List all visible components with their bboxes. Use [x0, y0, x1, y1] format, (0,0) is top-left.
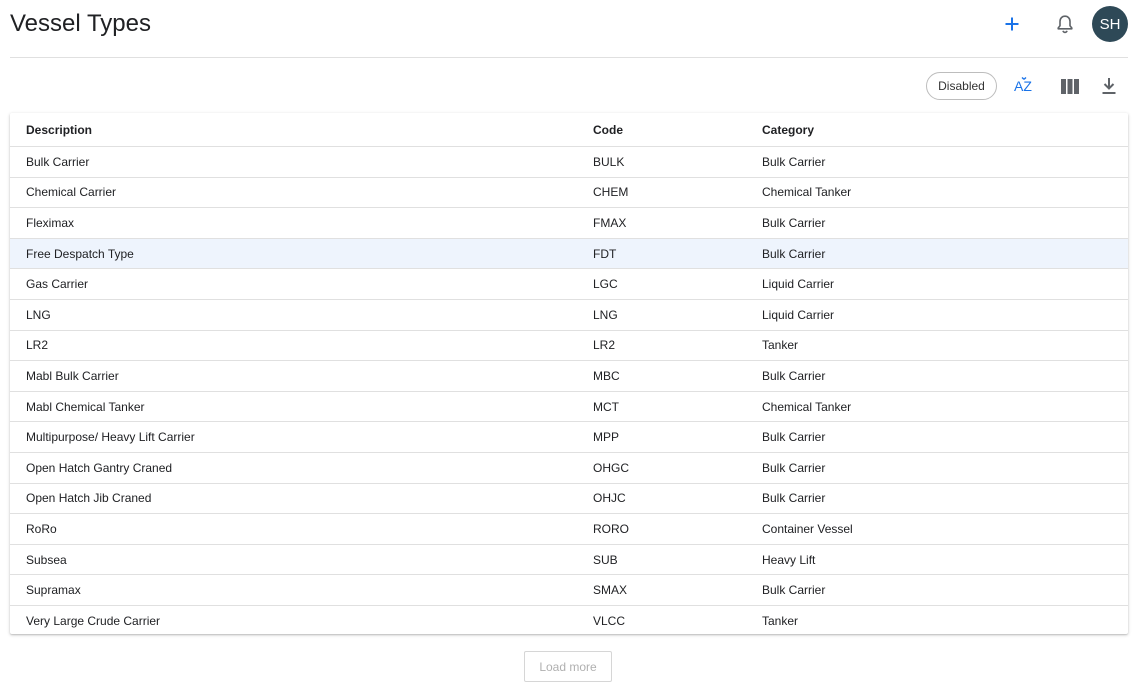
page-title: Vessel Types [10, 10, 151, 37]
cell-code: RORO [577, 513, 746, 545]
cell-category: Bulk Carrier [746, 146, 1128, 178]
cell-code: BULK [577, 146, 746, 178]
cell-category: Tanker [762, 613, 799, 628]
table-row[interactable]: Gas Carrier LGC Liquid Carrier [10, 268, 1128, 300]
table-row[interactable]: Mabl Bulk Carrier MBC Bulk Carrier [10, 360, 1128, 392]
cell-code: FMAX [577, 207, 746, 239]
download-button[interactable] [1096, 73, 1122, 99]
cell-description: Supramax [10, 574, 577, 606]
column-header-code[interactable]: Code [577, 113, 746, 147]
column-header-description[interactable]: Description [10, 113, 577, 147]
table-row[interactable]: Open Hatch Jib Craned OHJC Bulk Carrier [10, 483, 1128, 515]
cell-category: Bulk Carrier [746, 238, 1128, 270]
load-more-button[interactable]: Load more [524, 651, 612, 682]
cell-code: LNG [577, 299, 746, 331]
cell-code: CHEM [577, 177, 746, 209]
cell-code: LR2 [577, 330, 746, 362]
add-button[interactable] [999, 11, 1025, 37]
table-row[interactable]: RoRo RORO Container Vessel [10, 513, 1128, 545]
cell-category: Bulk Carrier [746, 360, 1128, 392]
cell-description: LR2 [10, 330, 577, 362]
table-row[interactable]: Fleximax FMAX Bulk Carrier [10, 207, 1128, 239]
table-row[interactable]: Mabl Chemical Tanker MCT Chemical Tanker [10, 391, 1128, 423]
cell-category: Bulk Carrier [746, 421, 1128, 453]
download-icon [1102, 78, 1116, 94]
cell-category: Bulk Carrier [746, 207, 1128, 239]
bell-icon [1057, 15, 1073, 34]
cell-category: Liquid Carrier [746, 268, 1128, 300]
cell-code: VLCC [593, 613, 626, 628]
cell-code: LGC [577, 268, 746, 300]
cell-code: OHGC [577, 452, 746, 484]
plus-icon [1005, 17, 1019, 31]
cell-category: Chemical Tanker [746, 391, 1128, 423]
cell-description: Bulk Carrier [10, 146, 577, 178]
cell-category: Heavy Lift [746, 544, 1128, 576]
table-row[interactable]: Open Hatch Gantry Craned OHGC Bulk Carrier [10, 452, 1128, 484]
notifications-button[interactable] [1052, 11, 1078, 37]
cell-category: Bulk Carrier [746, 483, 1128, 515]
cell-description: Fleximax [10, 207, 577, 239]
sort-button[interactable]: AZ [1011, 73, 1037, 99]
table-header-row: Description Code Category [10, 113, 1128, 147]
page-header: Vessel Types SH [10, 0, 1128, 58]
table-row[interactable]: Very Large Crude Carrier VLCC Tanker [10, 605, 1128, 635]
cell-code: OHJC [577, 483, 746, 515]
cell-description: Gas Carrier [10, 268, 577, 300]
table-row[interactable]: LNG LNG Liquid Carrier [10, 299, 1128, 331]
cell-category: Container Vessel [746, 513, 1128, 545]
table-body: Bulk Carrier BULK Bulk Carrier Chemical Car… [10, 146, 1128, 636]
cell-category: Bulk Carrier [746, 574, 1128, 606]
cell-description: Mabl Bulk Carrier [10, 360, 577, 392]
table-row[interactable]: Multipurpose/ Heavy Lift Carrier MPP Bulk … [10, 421, 1128, 453]
cell-code: MBC [577, 360, 746, 392]
disabled-filter-chip[interactable]: Disabled [926, 72, 997, 100]
cell-description: Open Hatch Jib Craned [10, 483, 577, 515]
sort-az-icon: AZ [1014, 76, 1032, 94]
cell-code: SMAX [577, 574, 746, 606]
cell-description: Chemical Carrier [10, 177, 577, 209]
cell-code: MCT [577, 391, 746, 423]
columns-button[interactable] [1057, 73, 1083, 99]
cell-code: FDT [577, 238, 746, 270]
cell-code: SUB [577, 544, 746, 576]
cell-description: Free Despatch Type [10, 238, 577, 270]
table-row[interactable]: Subsea SUB Heavy Lift [10, 544, 1128, 576]
cell-category: Bulk Carrier [746, 452, 1128, 484]
column-header-category[interactable]: Category [746, 113, 1128, 147]
cell-category: Tanker [746, 330, 1128, 362]
cell-code: MPP [577, 421, 746, 453]
sort-az-text: AZ [1014, 78, 1032, 94]
table-toolbar: Disabled AZ [0, 72, 1140, 100]
vessel-types-table: Description Code Category Bulk Carrier BU… [10, 113, 1128, 634]
cell-description: Mabl Chemical Tanker [10, 391, 577, 423]
user-avatar[interactable]: SH [1092, 6, 1128, 42]
cell-description: RoRo [10, 513, 577, 545]
cell-description: Very Large Crude Carrier [26, 613, 161, 628]
cell-description: Subsea [10, 544, 577, 576]
cell-description: Multipurpose/ Heavy Lift Carrier [10, 421, 577, 453]
table-row[interactable]: Free Despatch Type FDT Bulk Carrier [10, 238, 1128, 270]
cell-category: Liquid Carrier [746, 299, 1128, 331]
table-row[interactable]: Supramax SMAX Bulk Carrier [10, 574, 1128, 606]
table-row[interactable]: Chemical Carrier CHEM Chemical Tanker [10, 177, 1128, 209]
table-row[interactable]: LR2 LR2 Tanker [10, 330, 1128, 362]
columns-icon [1061, 78, 1079, 94]
cell-description: Open Hatch Gantry Craned [10, 452, 577, 484]
cell-description: LNG [10, 299, 577, 331]
table-row[interactable]: Bulk Carrier BULK Bulk Carrier [10, 146, 1128, 178]
cell-category: Chemical Tanker [746, 177, 1128, 209]
